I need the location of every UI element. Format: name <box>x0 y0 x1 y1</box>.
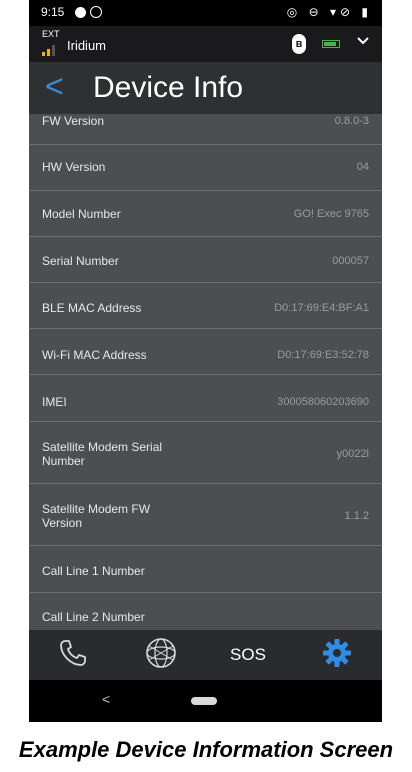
bluetooth-icon[interactable]: ʙ <box>292 34 306 54</box>
system-back-button[interactable]: < <box>102 691 110 707</box>
sos-label: SOS <box>230 645 266 664</box>
status-bar: 9:15 ◎ ⊖ ▾⊘ ▮ <box>29 0 382 26</box>
list-item: FW Version 0.8.0-3 <box>29 114 382 145</box>
row-label: BLE MAC Address <box>42 301 142 315</box>
list-item: IMEI 300058060203690 <box>29 375 382 422</box>
list-item: Satellite Modem Serial Number y0022l <box>29 422 382 484</box>
row-value: 300058060203690 <box>277 396 369 408</box>
message-notification-icon <box>90 6 102 18</box>
list-item: Satellite Modem FW Version 1.1.2 <box>29 484 382 546</box>
page-header: < Device Info <box>29 62 382 114</box>
row-value: D0:17:69:E3:52:78 <box>277 349 369 361</box>
page-title: Device Info <box>93 71 244 104</box>
phone-icon <box>57 637 89 674</box>
row-value: y0022l <box>336 448 369 460</box>
ext-label: EXT <box>42 29 60 39</box>
phone-screen: 9:15 ◎ ⊖ ▾⊘ ▮ EXT Iridium ʙ < Device Inf… <box>29 0 382 722</box>
signal-strength-icon <box>42 45 56 56</box>
row-label: Satellite Modem FW Version <box>42 502 151 530</box>
row-label: HW Version <box>42 160 106 174</box>
figure-caption: Example Device Information Screen <box>18 737 394 762</box>
row-label: Wi-Fi MAC Address <box>42 348 147 362</box>
row-value: D0:17:69:E4:BF:A1 <box>274 302 369 314</box>
system-home-button[interactable] <box>191 697 217 705</box>
row-label: Satellite Modem Serial Number <box>42 440 163 468</box>
row-value: 0.8.0-3 <box>334 115 369 127</box>
back-button[interactable]: < <box>45 68 64 104</box>
network-bar: EXT Iridium ʙ <box>29 26 382 62</box>
status-time: 9:15 <box>41 5 65 19</box>
row-label: Call Line 1 Number <box>42 564 145 578</box>
row-label: Model Number <box>42 207 121 221</box>
status-icons: ◎ ⊖ ▾⊘ ▮ <box>286 5 372 19</box>
globe-icon <box>144 636 178 675</box>
list-item: Wi-Fi MAC Address D0:17:69:E3:52:78 <box>29 329 382 375</box>
row-value: GO! Exec 9765 <box>293 208 369 220</box>
chevron-down-icon[interactable] <box>356 34 370 51</box>
nav-globe[interactable] <box>141 636 181 674</box>
device-info-list[interactable]: FW Version 0.8.0-3 HW Version 04 Model N… <box>29 114 382 630</box>
nav-phone[interactable] <box>53 636 93 674</box>
list-item: Call Line 1 Number <box>29 546 382 593</box>
list-item: HW Version 04 <box>29 145 382 191</box>
battery-icon <box>322 40 340 48</box>
row-label: IMEI <box>42 395 67 409</box>
carrier-name: Iridium <box>67 38 107 53</box>
bottom-nav: SOS <box>29 630 382 680</box>
gear-icon <box>321 637 353 674</box>
row-label: FW Version <box>42 114 105 128</box>
row-value: 04 <box>356 161 369 173</box>
nav-settings[interactable] <box>317 636 357 674</box>
list-item: Model Number GO! Exec 9765 <box>29 191 382 237</box>
row-label: Serial Number <box>42 254 119 268</box>
list-item: BLE MAC Address D0:17:69:E4:BF:A1 <box>29 283 382 329</box>
nav-sos[interactable]: SOS <box>228 636 268 674</box>
row-value: 1.1.2 <box>344 510 369 522</box>
list-item: Serial Number 000057 <box>29 237 382 283</box>
list-item: Call Line 2 Number <box>29 593 382 630</box>
system-nav-bar: < <box>29 680 382 722</box>
row-value: 000057 <box>332 255 369 267</box>
row-label: Call Line 2 Number <box>42 610 145 624</box>
notification-dot-icon <box>75 7 86 18</box>
